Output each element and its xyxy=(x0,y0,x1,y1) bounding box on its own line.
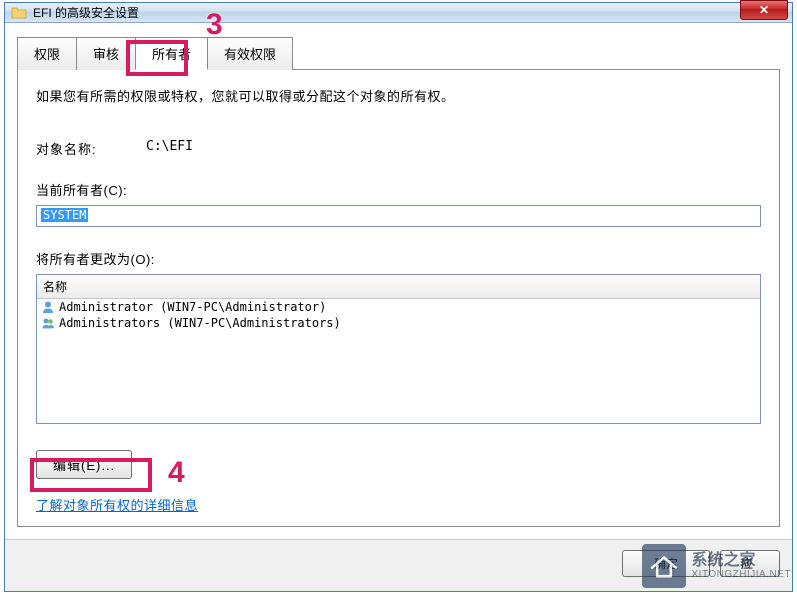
tab-owner[interactable]: 所有者 xyxy=(135,37,208,70)
current-owner-label: 当前所有者(C): xyxy=(36,180,761,199)
owner-tab-panel: 如果您有所需的权限或特权，您就可以取得或分配这个对象的所有权。 对象名称: C:… xyxy=(17,69,780,527)
list-item[interactable]: Administrators (WIN7-PC\Administrators) xyxy=(37,315,760,331)
description-text: 如果您有所需的权限或特权，您就可以取得或分配这个对象的所有权。 xyxy=(36,86,761,105)
edit-button[interactable]: 编辑(E)... xyxy=(36,450,132,479)
list-item[interactable]: Administrator (WIN7-PC\Administrator) xyxy=(37,299,760,315)
owner-list[interactable]: 名称 Administrator (WIN7-PC\Administrator)… xyxy=(36,274,761,424)
annotation-number-4: 4 xyxy=(168,456,185,490)
current-owner-value: SYSTEM xyxy=(41,208,88,222)
learn-more-link[interactable]: 了解对象所有权的详细信息 xyxy=(36,495,198,514)
user-icon xyxy=(41,300,55,314)
watermark: 系统之家 XITONGZHIJIA.NET xyxy=(642,544,792,588)
change-owner-label: 将所有者更改为(O): xyxy=(36,249,761,268)
close-icon: ✕ xyxy=(759,3,769,17)
object-name-row: 对象名称: C:\EFI xyxy=(36,139,761,158)
titlebar: EFI 的高级安全设置 ✕ xyxy=(5,3,792,23)
owner-list-header: 名称 xyxy=(37,275,760,299)
list-item-label: Administrators (WIN7-PC\Administrators) xyxy=(59,316,341,330)
watermark-text-2: XITONGZHIJIA.NET xyxy=(692,569,792,580)
folder-icon xyxy=(11,5,27,21)
tab-permissions[interactable]: 权限 xyxy=(17,37,77,70)
tab-strip: 权限 审核 所有者 有效权限 xyxy=(5,23,792,70)
object-name-label: 对象名称: xyxy=(36,139,106,158)
house-icon xyxy=(642,544,686,588)
close-button[interactable]: ✕ xyxy=(740,0,788,20)
annotation-number-3: 3 xyxy=(206,8,223,42)
current-owner-field[interactable]: SYSTEM xyxy=(36,205,761,227)
window-title: EFI 的高级安全设置 xyxy=(33,4,139,21)
watermark-text-1: 系统之家 xyxy=(692,552,792,570)
list-item-label: Administrator (WIN7-PC\Administrator) xyxy=(59,300,326,314)
group-icon xyxy=(41,316,55,330)
advanced-security-window: EFI 的高级安全设置 ✕ 权限 审核 所有者 有效权限 如果您有所需的权限或特… xyxy=(4,2,793,592)
object-name-value: C:\EFI xyxy=(146,139,193,158)
tab-auditing[interactable]: 审核 xyxy=(76,37,136,70)
